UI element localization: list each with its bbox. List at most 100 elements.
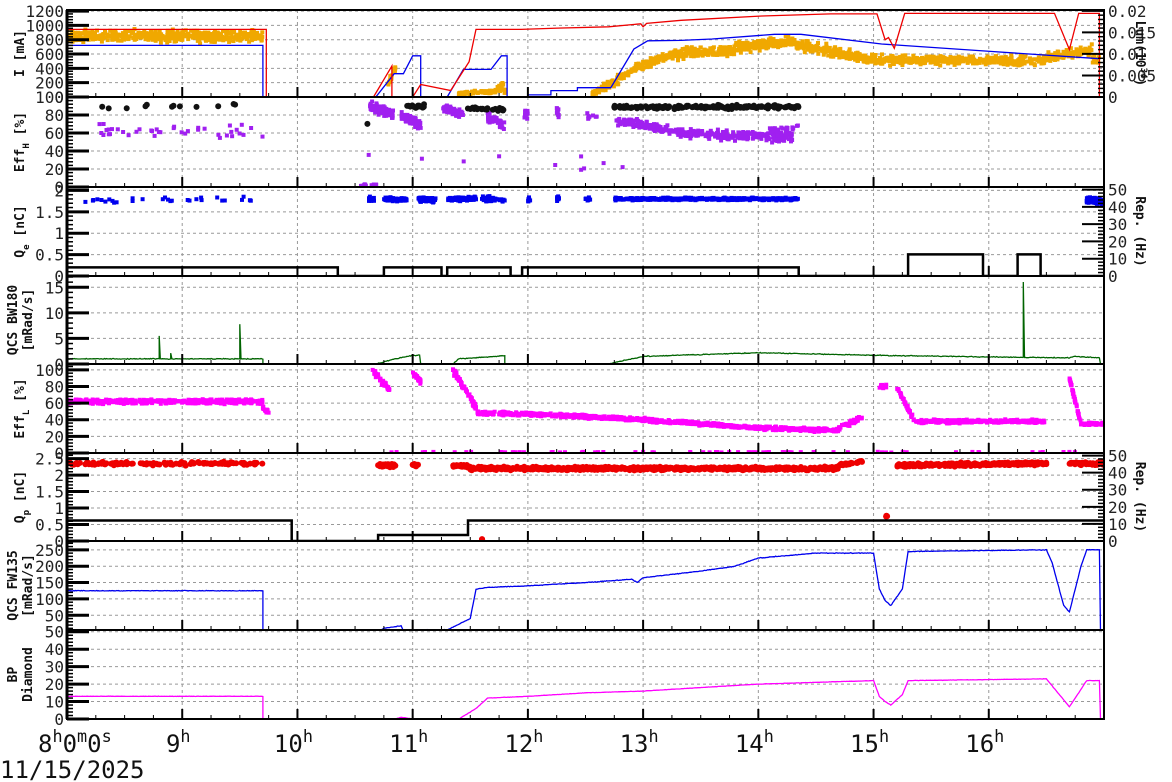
qe-blue-point	[614, 197, 619, 202]
current-scatter-point	[684, 45, 689, 50]
eff-h-purple-point	[676, 132, 681, 137]
eff-l-magenta-point	[163, 398, 168, 403]
eff-h-black-point	[230, 101, 237, 107]
current-scatter-point	[93, 31, 97, 36]
qe-blue-point	[526, 198, 531, 203]
eff-h-black-point	[642, 103, 649, 110]
eff-h-purple-point	[774, 137, 779, 142]
eff-h-purple-point	[101, 133, 106, 137]
eff-l-magenta-point	[116, 398, 121, 403]
qe-blue-point	[490, 197, 495, 201]
eff-h-purple-point	[725, 133, 730, 138]
current-scatter-point	[217, 34, 222, 39]
eff-h-black-point	[624, 104, 631, 111]
y-axis-title-part: QCS BW180	[6, 285, 21, 356]
eff-l-magenta-point	[497, 412, 502, 417]
qe-blue-point	[110, 198, 115, 203]
eff-l-magenta-point	[463, 388, 468, 393]
current-scatter-point	[94, 36, 99, 41]
eff-h-purple-point	[486, 114, 491, 118]
eff-h-purple-point	[185, 129, 190, 134]
current-scatter-point	[77, 34, 82, 39]
current-scatter-point	[715, 52, 720, 57]
current-scatter-point	[115, 32, 120, 37]
eff-l-magenta-point	[413, 372, 418, 377]
current-scatter-point	[225, 36, 230, 41]
current-scatter-point	[87, 30, 92, 35]
current-scatter-point	[221, 38, 226, 43]
eff-h-purple-point	[719, 138, 724, 143]
eff-h-black-point	[483, 106, 490, 113]
current-scatter-point	[794, 45, 799, 50]
eff-h-black-point	[712, 104, 718, 111]
current-scatter-point	[895, 58, 900, 63]
current-scatter-point	[686, 50, 691, 54]
qe-blue-point	[248, 198, 253, 203]
eff-h-purple-point	[171, 126, 176, 131]
current-scatter-point	[106, 33, 111, 38]
eff-h-purple-point	[196, 125, 201, 130]
current-scatter-point	[251, 37, 255, 42]
y-tick-label: 80	[45, 106, 64, 125]
current-scatter-point	[974, 61, 979, 66]
qe-blue-point	[791, 196, 796, 201]
current-scatter-point	[191, 33, 196, 38]
current-scatter-point	[814, 44, 818, 49]
eff-h-black-point	[723, 105, 730, 112]
current-scatter-point	[836, 49, 841, 54]
qe-blue-point	[222, 198, 227, 203]
qe-blue-point	[586, 198, 591, 202]
right-axis-title-part: Lum(10	[1132, 21, 1147, 68]
current-scatter-point	[957, 61, 962, 66]
y-tick-label: 2	[54, 181, 64, 200]
current-scatter-point	[502, 87, 507, 92]
current-scatter-point	[755, 43, 760, 48]
eff-l-magenta-point	[226, 398, 231, 402]
eff-l-magenta-point	[177, 399, 182, 404]
eff-h-purple-point	[668, 129, 673, 134]
current-scatter-point	[747, 43, 752, 48]
current-scatter-point	[227, 39, 232, 44]
current-scatter-point	[132, 37, 137, 42]
eff-l-magenta-point	[103, 398, 108, 403]
y-tick-label: 100	[35, 88, 64, 107]
qe-blue-point	[619, 197, 624, 202]
eff-h-purple-point	[115, 127, 120, 132]
qe-blue-point	[626, 196, 631, 201]
current-scatter-point	[694, 53, 699, 58]
qe-blue-point	[729, 195, 734, 200]
eff-l-magenta-point	[467, 392, 472, 397]
right-axis-title-part: )	[1132, 79, 1147, 87]
eff-h-purple-point	[579, 154, 584, 159]
current-scatter-point	[932, 60, 937, 64]
eff-h-purple-point	[217, 135, 222, 140]
eff-h-purple-point	[389, 112, 393, 117]
current-scatter-point	[136, 30, 141, 35]
current-scatter-point	[392, 67, 397, 72]
current-scatter-point	[866, 55, 871, 60]
qe-blue-point	[499, 197, 504, 202]
eff-l-magenta-point	[260, 397, 265, 402]
current-scatter-point	[615, 81, 620, 86]
eff-h-black-point	[683, 104, 690, 110]
current-scatter-point	[1017, 59, 1021, 64]
current-scatter-point	[798, 45, 803, 50]
current-scatter-point	[824, 41, 829, 46]
current-scatter-point	[985, 54, 990, 59]
qe-blue-point	[664, 197, 669, 202]
current-scatter-point	[73, 30, 78, 35]
eff-l-magenta-point	[459, 380, 463, 385]
eff-l-magenta-point	[196, 400, 201, 404]
eff-l-magenta-point	[492, 409, 497, 414]
current-scatter-point	[1080, 48, 1085, 53]
eff-h-purple-point	[260, 134, 265, 139]
eff-h-purple-point	[655, 124, 660, 128]
eff-h-purple-point	[224, 133, 229, 138]
qe-blue-point	[676, 197, 681, 202]
current-scatter-point	[143, 37, 148, 42]
y-tick-label: 60	[45, 124, 64, 143]
current-scatter-point	[131, 30, 136, 35]
eff-h-purple-point	[587, 114, 592, 119]
current-scatter-point	[260, 34, 265, 39]
eff-h-purple-point	[730, 135, 735, 140]
